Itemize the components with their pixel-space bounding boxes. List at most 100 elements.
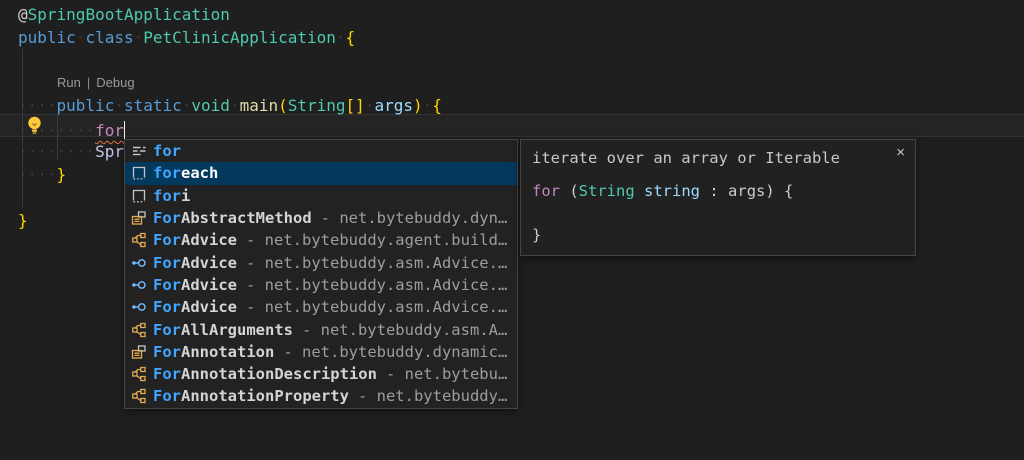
code-token: @	[18, 5, 28, 24]
symbol-snippet-icon	[131, 188, 147, 204]
code-editor[interactable]: @SpringBootApplicationpublic·class·PetCl…	[0, 0, 1024, 460]
symbol-interface-icon	[131, 277, 147, 293]
code-line[interactable]: @SpringBootApplication	[0, 3, 1024, 26]
code-token: class	[85, 28, 133, 47]
code-token: for	[95, 121, 124, 140]
suggestion-label: ForAnnotationProperty	[153, 387, 349, 405]
codelens: Run | Debug	[0, 72, 1024, 94]
code-token: []	[346, 96, 365, 115]
suggestion-match-text: For	[153, 387, 181, 405]
code-token: SpringBootApplication	[28, 5, 230, 24]
suggestion-description: iterate over an array or Iterable	[521, 140, 915, 168]
suggestion-match-text: For	[153, 276, 181, 294]
suggestion-label: ForAdvice	[153, 254, 237, 272]
symbol-keyword-icon	[131, 143, 147, 159]
whitespace-dots: ········	[18, 142, 95, 161]
suggestion-match-text: for	[153, 142, 181, 160]
suggestion-item[interactable]: ForAnnotationDescription - net.bytebu…	[125, 363, 517, 385]
suggestion-label: ForAdvice	[153, 298, 237, 316]
suggestion-rest-text: i	[181, 187, 190, 205]
code-line[interactable]: ········for	[0, 117, 1024, 140]
suggestion-label: ForAllArguments	[153, 321, 293, 339]
codelens-separator: |	[87, 75, 90, 90]
whitespace-dots: ·	[365, 96, 375, 115]
code-token: static	[124, 96, 182, 115]
suggestion-match-text: For	[153, 231, 181, 249]
whitespace-dots: ·	[423, 96, 433, 115]
suggest-details-panel: × iterate over an array or Iterable for …	[520, 139, 916, 256]
suggestion-item[interactable]: ForAdvice- net.bytebuddy.asm.Advice.…	[125, 274, 517, 296]
whitespace-dots: ····	[18, 96, 57, 115]
symbol-enum-icon	[131, 232, 147, 248]
code-token: public	[18, 28, 76, 47]
snippet-preview-line	[532, 202, 915, 224]
suggestion-label: for	[153, 142, 181, 160]
suggestion-match-text: for	[153, 187, 181, 205]
suggestion-item[interactable]: ForAdvice - net.bytebuddy.asm.Advice.…	[125, 251, 517, 273]
suggestion-item[interactable]: ForAdvice - net.bytebuddy.agent.build…	[125, 229, 517, 251]
suggestion-label: ForAnnotationDescription	[153, 365, 377, 383]
suggestion-detail: - net.bytebuddy.asm.Advice.…	[246, 276, 507, 294]
code-token: for	[532, 182, 560, 200]
lightbulb-icon[interactable]	[26, 116, 43, 139]
code-token: string	[644, 182, 700, 200]
code-token: public	[57, 96, 115, 115]
suggestion-item[interactable]: for	[125, 140, 517, 162]
suggestion-label: fori	[153, 187, 190, 205]
close-icon[interactable]: ×	[896, 144, 905, 161]
suggestion-match-text: For	[153, 298, 181, 316]
code-token: :	[709, 182, 718, 200]
suggestion-detail: - net.bytebuddy.agent.build…	[246, 231, 507, 249]
suggestion-detail: - net.bytebu…	[386, 365, 507, 383]
suggestion-rest-text: Advice	[181, 298, 237, 316]
code-token: String	[579, 182, 635, 200]
snippet-preview-line: }	[532, 224, 915, 246]
code-token: (	[560, 182, 579, 200]
code-line[interactable]: ····public·static·void·main(String[]·arg…	[0, 94, 1024, 117]
suggestion-detail: - net.bytebuddy.asm.Advice.…	[246, 298, 507, 316]
code-token: }	[57, 165, 67, 184]
suggestion-item[interactable]: ForAnnotation- net.bytebuddy.dynamic…	[125, 341, 517, 363]
suggestion-rest-text: Advice	[181, 254, 237, 272]
suggestion-match-text: For	[153, 209, 181, 227]
symbol-interface-icon	[131, 299, 147, 315]
suggestion-item[interactable]: ForAnnotationProperty - net.bytebuddy…	[125, 385, 517, 407]
suggestion-detail: - net.bytebuddy.asm.A…	[302, 321, 507, 339]
text-cursor	[124, 121, 125, 140]
suggestion-detail: - net.bytebuddy.dyn…	[321, 209, 508, 227]
symbol-snippet-icon	[131, 165, 147, 181]
suggest-widget: forforeachforiForAbstractMethod- net.byt…	[124, 139, 518, 409]
suggestion-match-text: For	[153, 365, 181, 383]
whitespace-dots: ·	[230, 96, 240, 115]
whitespace-dots: ····	[18, 165, 57, 184]
suggestion-detail: - net.bytebuddy…	[358, 387, 507, 405]
suggestion-rest-text: Advice	[181, 231, 237, 249]
code-token	[719, 182, 728, 200]
symbol-interface-icon	[131, 255, 147, 271]
code-token: {	[346, 28, 356, 47]
codelens-debug-link[interactable]: Debug	[96, 75, 134, 90]
suggestion-label: ForAdvice	[153, 231, 237, 249]
code-token: String	[288, 96, 346, 115]
code-token: }	[18, 211, 28, 230]
symbol-class-icon	[131, 344, 147, 360]
code-line[interactable]	[0, 49, 1024, 72]
code-line[interactable]: public·class·PetClinicApplication·{	[0, 26, 1024, 49]
code-token: args	[374, 96, 413, 115]
code-token: (	[278, 96, 288, 115]
snippet-preview: for (String string : args) {}	[521, 168, 915, 246]
suggestion-item[interactable]: ForAbstractMethod - net.bytebuddy.dyn…	[125, 207, 517, 229]
codelens-run-link[interactable]: Run	[57, 75, 81, 90]
suggestion-rest-text: AnnotationProperty	[181, 387, 349, 405]
suggestion-item[interactable]: foreach	[125, 162, 517, 184]
symbol-enum-icon	[131, 388, 147, 404]
code-token: main	[240, 96, 279, 115]
suggestion-detail: - net.bytebuddy.asm.Advice.…	[246, 254, 507, 272]
snippet-preview-line: for (String string : args) {	[532, 180, 915, 202]
suggestion-item[interactable]: ForAllArguments - net.bytebuddy.asm.A…	[125, 318, 517, 340]
code-token: {	[432, 96, 442, 115]
suggestion-item[interactable]: ForAdvice - net.bytebuddy.asm.Advice.…	[125, 296, 517, 318]
suggestion-item[interactable]: fori	[125, 185, 517, 207]
suggestion-match-text: For	[153, 321, 181, 339]
suggestion-rest-text: AbstractMethod	[181, 209, 312, 227]
